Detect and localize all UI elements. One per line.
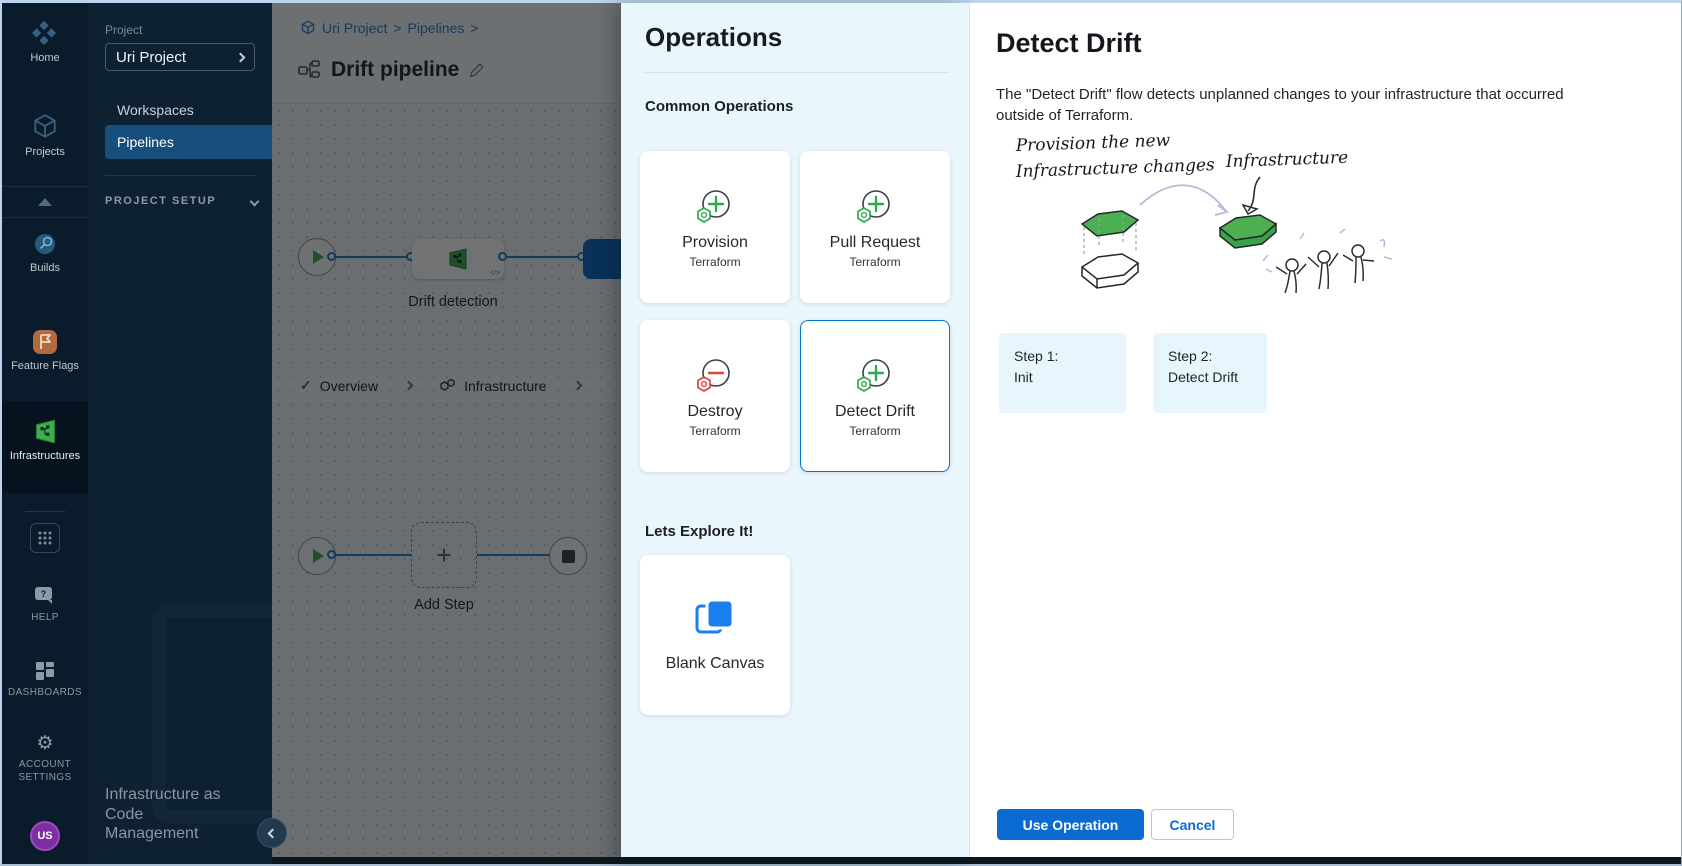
help-chat-icon: ?: [34, 586, 56, 606]
chevron-up-icon: [38, 198, 52, 206]
steps-row: Step 1: Init Step 2: Detect Drift: [999, 333, 1267, 413]
operations-title: Operations: [645, 22, 782, 53]
svg-text:?: ?: [41, 589, 47, 599]
sidebar-item-account-settings[interactable]: ⚙ ACCOUNT SETTINGS: [2, 734, 88, 784]
cancel-button[interactable]: Cancel: [1151, 809, 1234, 840]
operation-card-sub: Terraform: [689, 255, 740, 269]
operation-card-detect-drift[interactable]: Detect Drift Terraform: [800, 320, 950, 472]
project-sidebar: Project Uri Project Workspaces Pipelines…: [88, 3, 272, 864]
panel-divider: [645, 72, 949, 73]
chevron-down-icon: [250, 196, 260, 206]
provision-terraform-icon: [693, 186, 737, 230]
nav-rail: Home Projects Builds Featu: [2, 3, 88, 864]
operation-card-label: Destroy: [687, 403, 742, 421]
dashboards-icon: [35, 661, 55, 681]
harness-logo-icon: [31, 19, 59, 47]
operation-card-sub: Terraform: [849, 424, 900, 438]
sidebar-item-help[interactable]: ? HELP: [2, 586, 88, 624]
rail-label: ACCOUNT SETTINGS: [14, 758, 76, 784]
chevron-right-icon: [236, 52, 246, 62]
action-buttons: Use Operation Cancel: [997, 809, 1234, 840]
rail-label: DASHBOARDS: [8, 686, 82, 699]
step-box-2: Step 2: Detect Drift: [1153, 333, 1267, 413]
grid-icon: [37, 530, 53, 546]
rail-label: Builds: [30, 262, 60, 274]
sidebar-item-projects[interactable]: Projects: [2, 113, 88, 158]
sidebar-item-feature-flags[interactable]: Feature Flags: [2, 329, 88, 372]
sidebar-item-home[interactable]: Home: [2, 19, 88, 64]
builds-icon: [32, 231, 58, 257]
project-label: Project: [105, 23, 142, 37]
rail-label: HELP: [31, 611, 59, 624]
rail-label: Projects: [25, 146, 65, 158]
module-footer-title: Infrastructure as Code Management: [105, 785, 223, 844]
step-name: Detect Drift: [1168, 367, 1267, 388]
app-window: Home Projects Builds Featu: [0, 0, 1682, 866]
detail-description: The "Detect Drift" flow detects unplanne…: [996, 84, 1571, 127]
operation-card-sub: Terraform: [849, 255, 900, 269]
operation-card-label: Pull Request: [830, 234, 921, 252]
blank-canvas-card[interactable]: Blank Canvas: [640, 555, 790, 715]
user-avatar[interactable]: US: [30, 821, 60, 851]
operation-card-provision[interactable]: Provision Terraform: [640, 151, 790, 303]
operation-card-label: Provision: [682, 234, 748, 252]
step-title: Step 1:: [1014, 346, 1126, 367]
doodle-people: [1276, 245, 1374, 293]
sidebar-item-infrastructures[interactable]: Infrastructures: [2, 418, 88, 462]
illustration-caption: Provision the new: [1014, 131, 1170, 156]
illustration-caption: Infrastructure changes: [1014, 155, 1215, 182]
sidebar-collapse-button[interactable]: [257, 818, 287, 848]
illustration-caption: Infrastructure: [1224, 148, 1348, 172]
operations-panel: Operations Common Operations Provision T…: [621, 3, 969, 864]
detail-title: Detect Drift: [996, 28, 1142, 59]
operation-card-destroy[interactable]: Destroy Terraform: [640, 320, 790, 472]
rail-divider: [25, 511, 65, 512]
sidebar-divider: [105, 175, 256, 176]
project-setup-section[interactable]: PROJECT SETUP: [105, 195, 258, 207]
blank-canvas-icon: [694, 597, 736, 637]
sidebar-item-pipelines[interactable]: Pipelines: [105, 125, 272, 159]
gear-icon: ⚙: [36, 734, 53, 753]
infrastructure-icon: [32, 418, 59, 445]
feature-flags-icon: [32, 329, 58, 355]
destroy-terraform-icon: [693, 355, 737, 399]
module-picker-button[interactable]: [30, 523, 60, 553]
use-operation-button[interactable]: Use Operation: [997, 809, 1144, 840]
detect-drift-detail-panel: Detect Drift The "Detect Drift" flow det…: [969, 3, 1681, 864]
step-box-1: Step 1: Init: [999, 333, 1126, 413]
explore-heading: Lets Explore It!: [645, 523, 753, 540]
step-title: Step 2:: [1168, 346, 1267, 367]
rail-label: Feature Flags: [11, 360, 79, 372]
operation-card-label: Detect Drift: [835, 403, 915, 421]
pull-request-terraform-icon: [853, 186, 897, 230]
rail-label: Infrastructures: [10, 450, 80, 462]
common-operations-heading: Common Operations: [645, 98, 793, 115]
step-name: Init: [1014, 367, 1126, 388]
blank-canvas-label: Blank Canvas: [666, 655, 765, 673]
operation-cards: Provision Terraform Pull Request Terrafo…: [640, 151, 950, 472]
nav-scroll-up[interactable]: [2, 186, 88, 218]
rail-label: Home: [30, 52, 59, 64]
bottom-window-bar: [272, 857, 1681, 864]
pipeline-canvas: Uri Project > Pipelines > Drift pipeline: [272, 3, 621, 864]
detect-drift-illustration: Provision the new Infrastructure changes…: [998, 129, 1398, 314]
operation-card-pull-request[interactable]: Pull Request Terraform: [800, 151, 950, 303]
operation-card-sub: Terraform: [689, 424, 740, 438]
detect-drift-terraform-icon: [853, 355, 897, 399]
sidebar-item-dashboards[interactable]: DASHBOARDS: [2, 661, 88, 699]
sidebar-item-workspaces[interactable]: Workspaces: [105, 93, 272, 127]
cube-icon: [32, 113, 58, 141]
project-selector[interactable]: Uri Project: [105, 43, 255, 71]
project-selector-value: Uri Project: [116, 49, 186, 66]
chevron-left-icon: [267, 828, 277, 838]
modal-dim-overlay: [272, 3, 621, 864]
project-setup-label: PROJECT SETUP: [105, 195, 216, 207]
sidebar-item-builds[interactable]: Builds: [2, 231, 88, 274]
